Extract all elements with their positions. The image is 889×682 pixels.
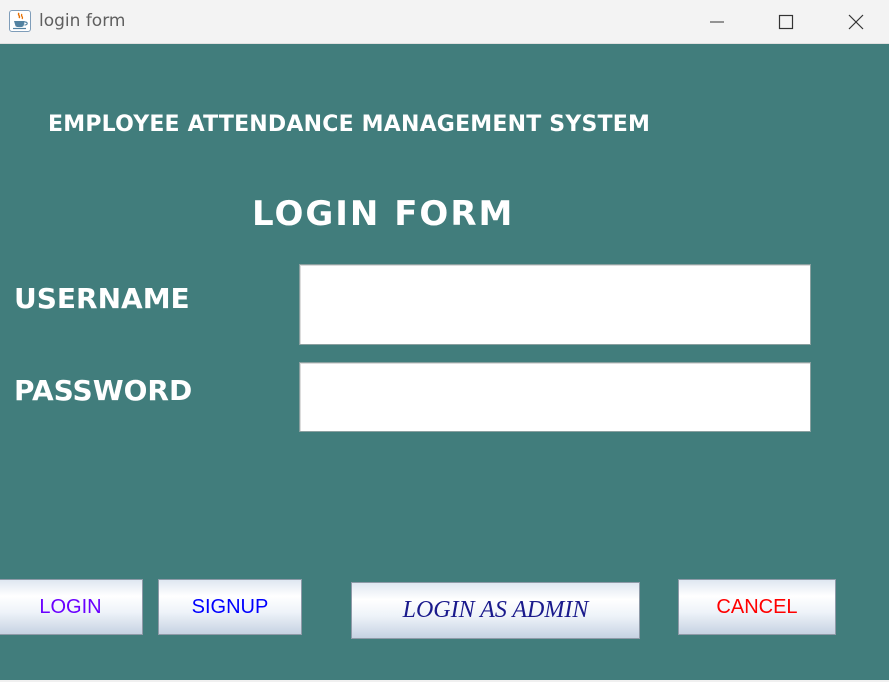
login-as-admin-button-label: LOGIN AS ADMIN: [402, 597, 589, 623]
form-title: LOGIN FORM: [252, 194, 515, 234]
login-as-admin-button[interactable]: LOGIN AS ADMIN: [351, 582, 640, 639]
maximize-icon: [778, 14, 794, 30]
username-field[interactable]: [299, 264, 811, 345]
java-cup-icon[interactable]: [9, 10, 31, 32]
cancel-button-label: CANCEL: [716, 595, 798, 618]
password-field[interactable]: [299, 362, 811, 432]
title-bar[interactable]: login form: [0, 0, 889, 44]
login-window: login form EMPLOYEE ATTENDANCE MANAGEMEN…: [0, 0, 889, 682]
username-label: USERNAME: [14, 282, 190, 315]
signup-button[interactable]: SIGNUP: [158, 579, 302, 635]
window-title: login form: [39, 11, 126, 31]
system-title: EMPLOYEE ATTENDANCE MANAGEMENT SYSTEM: [48, 112, 651, 137]
minimize-button[interactable]: [684, 0, 750, 43]
maximize-button[interactable]: [753, 0, 819, 43]
login-button[interactable]: LOGIN: [0, 579, 143, 635]
cancel-button[interactable]: CANCEL: [678, 579, 836, 635]
password-label: PASSWORD: [14, 374, 193, 407]
signup-button-label: SIGNUP: [191, 595, 269, 618]
login-button-label: LOGIN: [39, 595, 102, 618]
close-icon: [848, 14, 864, 30]
form-panel: EMPLOYEE ATTENDANCE MANAGEMENT SYSTEM LO…: [0, 44, 889, 680]
close-button[interactable]: [823, 0, 889, 43]
minimize-icon: [710, 21, 724, 23]
